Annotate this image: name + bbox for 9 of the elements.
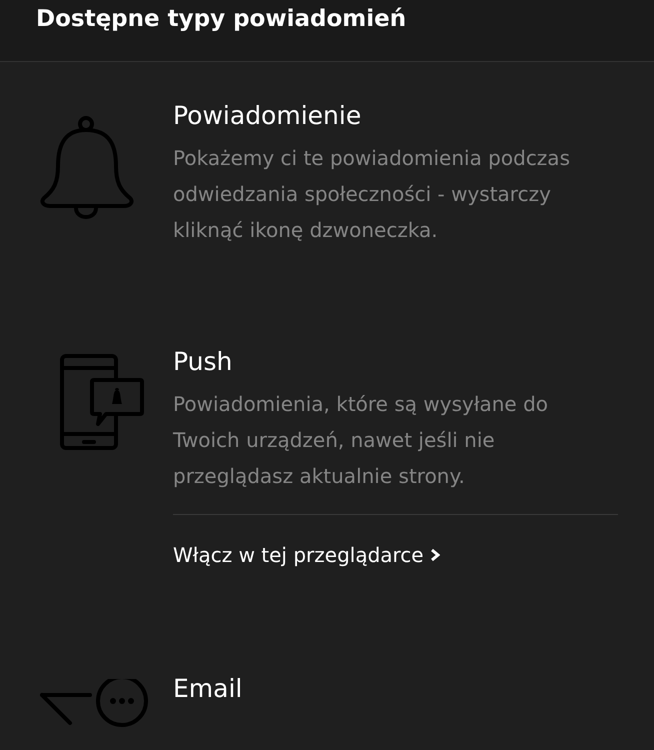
notification-type-description: Powiadomienia, które są wysyłane do Twoich urządzeń, nawet jeśli nie przeglądasz aktualnie strony.: [173, 391, 550, 490]
enable-browser-link[interactable]: Włącz w tej przeglądarce: [173, 535, 618, 575]
notification-type-title: Powiadomienie: [173, 100, 362, 132]
notification-type-title: Email: [173, 673, 244, 705]
header-title: Dostępne typy powiadomień: [36, 5, 408, 34]
notification-type-title: Push: [173, 346, 234, 378]
phone-notification-icon: [60, 354, 144, 450]
chevron-right-icon: [430, 548, 440, 562]
notification-type-description: Pokażemy ci te powiadomienia podczas odwiedzania społeczności - wystarczy kliknąć ikonę dzwoneczka.: [173, 145, 571, 244]
